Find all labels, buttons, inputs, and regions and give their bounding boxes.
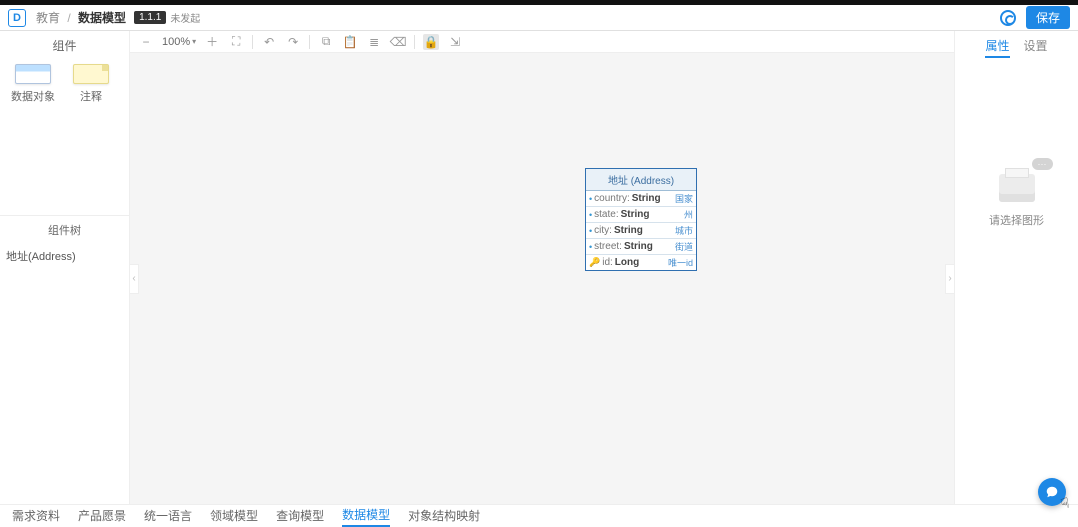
undo-icon[interactable]: ↶	[261, 34, 277, 50]
field-type: String	[621, 209, 650, 220]
field-type: String	[632, 193, 661, 204]
sync-icon[interactable]	[1000, 10, 1016, 26]
field-dot-icon: •	[589, 242, 592, 252]
field-name: country:	[594, 193, 630, 204]
workspace: 组件 数据对象 注释 组件树 地址(Address) − 100% ▾ ＋ ⛶	[0, 31, 1078, 504]
entity-field-state[interactable]: •state: String 州	[586, 206, 696, 222]
canvas[interactable]: ‹ › 地址 (Address) •country: String国家•stat…	[130, 53, 954, 504]
bottom-tab-领域模型[interactable]: 领域模型	[210, 505, 258, 526]
key-icon: 🔑	[589, 257, 600, 268]
entity-field-street[interactable]: •street: String 街道	[586, 238, 696, 254]
palette-item-data-object[interactable]: 数据对象	[8, 64, 58, 104]
entity-title: 地址 (Address)	[586, 169, 696, 191]
field-desc: 街道	[675, 240, 693, 253]
data-object-icon	[15, 64, 51, 84]
status-badge: 未发起	[170, 10, 200, 25]
right-panel-tabs: 属性 设置	[955, 31, 1078, 64]
entity-field-country[interactable]: •country: String 国家	[586, 191, 696, 206]
component-tree-title: 组件树	[0, 215, 129, 244]
field-desc: 国家	[675, 192, 693, 205]
field-name: city:	[594, 225, 612, 236]
bottom-tab-统一语言[interactable]: 统一语言	[144, 505, 192, 526]
right-panel-body: ··· 请选择图形	[955, 64, 1078, 504]
field-name: street:	[594, 241, 622, 252]
drawer-icon	[999, 174, 1035, 202]
canvas-column: − 100% ▾ ＋ ⛶ ↶ ↷ ⧉ 📋 ≣ ⌫ 🔒 ⇲ ‹ › 地址 (Add…	[130, 31, 954, 504]
collapse-right-handle[interactable]: ›	[945, 264, 954, 294]
tree-item-address[interactable]: 地址(Address)	[0, 244, 129, 268]
component-palette: 数据对象 注释	[0, 60, 129, 108]
copy-icon[interactable]: ⧉	[318, 34, 334, 50]
paste-icon[interactable]: 📋	[342, 34, 358, 50]
bottom-tab-对象结构映射[interactable]: 对象结构映射	[408, 505, 480, 526]
field-name: id:	[602, 257, 613, 268]
entity-address[interactable]: 地址 (Address) •country: String国家•state: S…	[585, 168, 697, 271]
chevron-down-icon: ▾	[192, 37, 196, 46]
palette-label: 数据对象	[11, 88, 55, 104]
bottom-tab-数据模型[interactable]: 数据模型	[342, 504, 390, 527]
toolbar-separator	[414, 35, 415, 49]
field-name: state:	[594, 209, 618, 220]
lock-icon[interactable]: 🔒	[423, 34, 439, 50]
field-dot-icon: •	[589, 194, 592, 204]
canvas-toolbar: − 100% ▾ ＋ ⛶ ↶ ↷ ⧉ 📋 ≣ ⌫ 🔒 ⇲	[130, 31, 954, 53]
bottom-tab-查询模型[interactable]: 查询模型	[276, 505, 324, 526]
field-desc: 州	[684, 208, 693, 221]
zoom-in-icon[interactable]: ＋	[204, 34, 220, 50]
bottom-tabs: 需求资料产品愿景统一语言领域模型查询模型数据模型对象结构映射	[0, 504, 1078, 526]
left-panel: 组件 数据对象 注释 组件树 地址(Address)	[0, 31, 130, 504]
entity-field-id[interactable]: 🔑id: Long 唯一id	[586, 254, 696, 270]
note-icon	[73, 64, 109, 84]
breadcrumb-sep: /	[67, 11, 70, 25]
toolbar-separator	[309, 35, 310, 49]
list-icon[interactable]: ≣	[366, 34, 382, 50]
tab-settings[interactable]: 设置	[1024, 37, 1048, 58]
empty-bubble: ···	[1032, 158, 1053, 170]
fit-screen-icon[interactable]: ⛶	[228, 34, 244, 50]
zoom-out-icon[interactable]: −	[138, 34, 154, 50]
breadcrumb-current[interactable]: 数据模型	[78, 11, 126, 25]
entity-field-city[interactable]: •city: String 城市	[586, 222, 696, 238]
collapse-left-handle[interactable]: ‹	[130, 264, 139, 294]
field-dot-icon: •	[589, 226, 592, 236]
bottom-tab-需求资料[interactable]: 需求资料	[12, 505, 60, 526]
zoom-text: 100%	[162, 36, 190, 48]
component-tree: 地址(Address)	[0, 244, 129, 504]
save-button[interactable]: 保存	[1026, 6, 1070, 29]
palette-item-note[interactable]: 注释	[66, 64, 116, 104]
field-desc: 唯一id	[668, 256, 693, 269]
field-type: Long	[615, 257, 639, 268]
empty-text: 请选择图形	[989, 212, 1044, 228]
left-panel-title: 组件	[0, 31, 129, 60]
field-type: String	[614, 225, 643, 236]
field-type: String	[624, 241, 653, 252]
field-desc: 城市	[675, 224, 693, 237]
delete-icon[interactable]: ⌫	[390, 34, 406, 50]
redo-icon[interactable]: ↷	[285, 34, 301, 50]
version-badge: 1.1.1	[134, 11, 166, 24]
right-panel: 属性 设置 ··· 请选择图形	[954, 31, 1078, 504]
palette-label: 注释	[80, 88, 102, 104]
app-header: D 教育 / 数据模型 1.1.1 未发起 保存	[0, 5, 1078, 31]
more-icon[interactable]: ⇲	[447, 34, 463, 50]
field-dot-icon: •	[589, 210, 592, 220]
breadcrumb-root[interactable]: 教育	[36, 11, 60, 25]
zoom-level[interactable]: 100% ▾	[162, 36, 196, 48]
breadcrumb: 教育 / 数据模型	[36, 9, 126, 26]
app-logo[interactable]: D	[8, 9, 26, 27]
bottom-tab-产品愿景[interactable]: 产品愿景	[78, 505, 126, 526]
chat-icon	[1045, 485, 1059, 499]
tab-properties[interactable]: 属性	[985, 37, 1009, 58]
toolbar-separator	[252, 35, 253, 49]
empty-drawer-icon: ···	[999, 174, 1035, 202]
